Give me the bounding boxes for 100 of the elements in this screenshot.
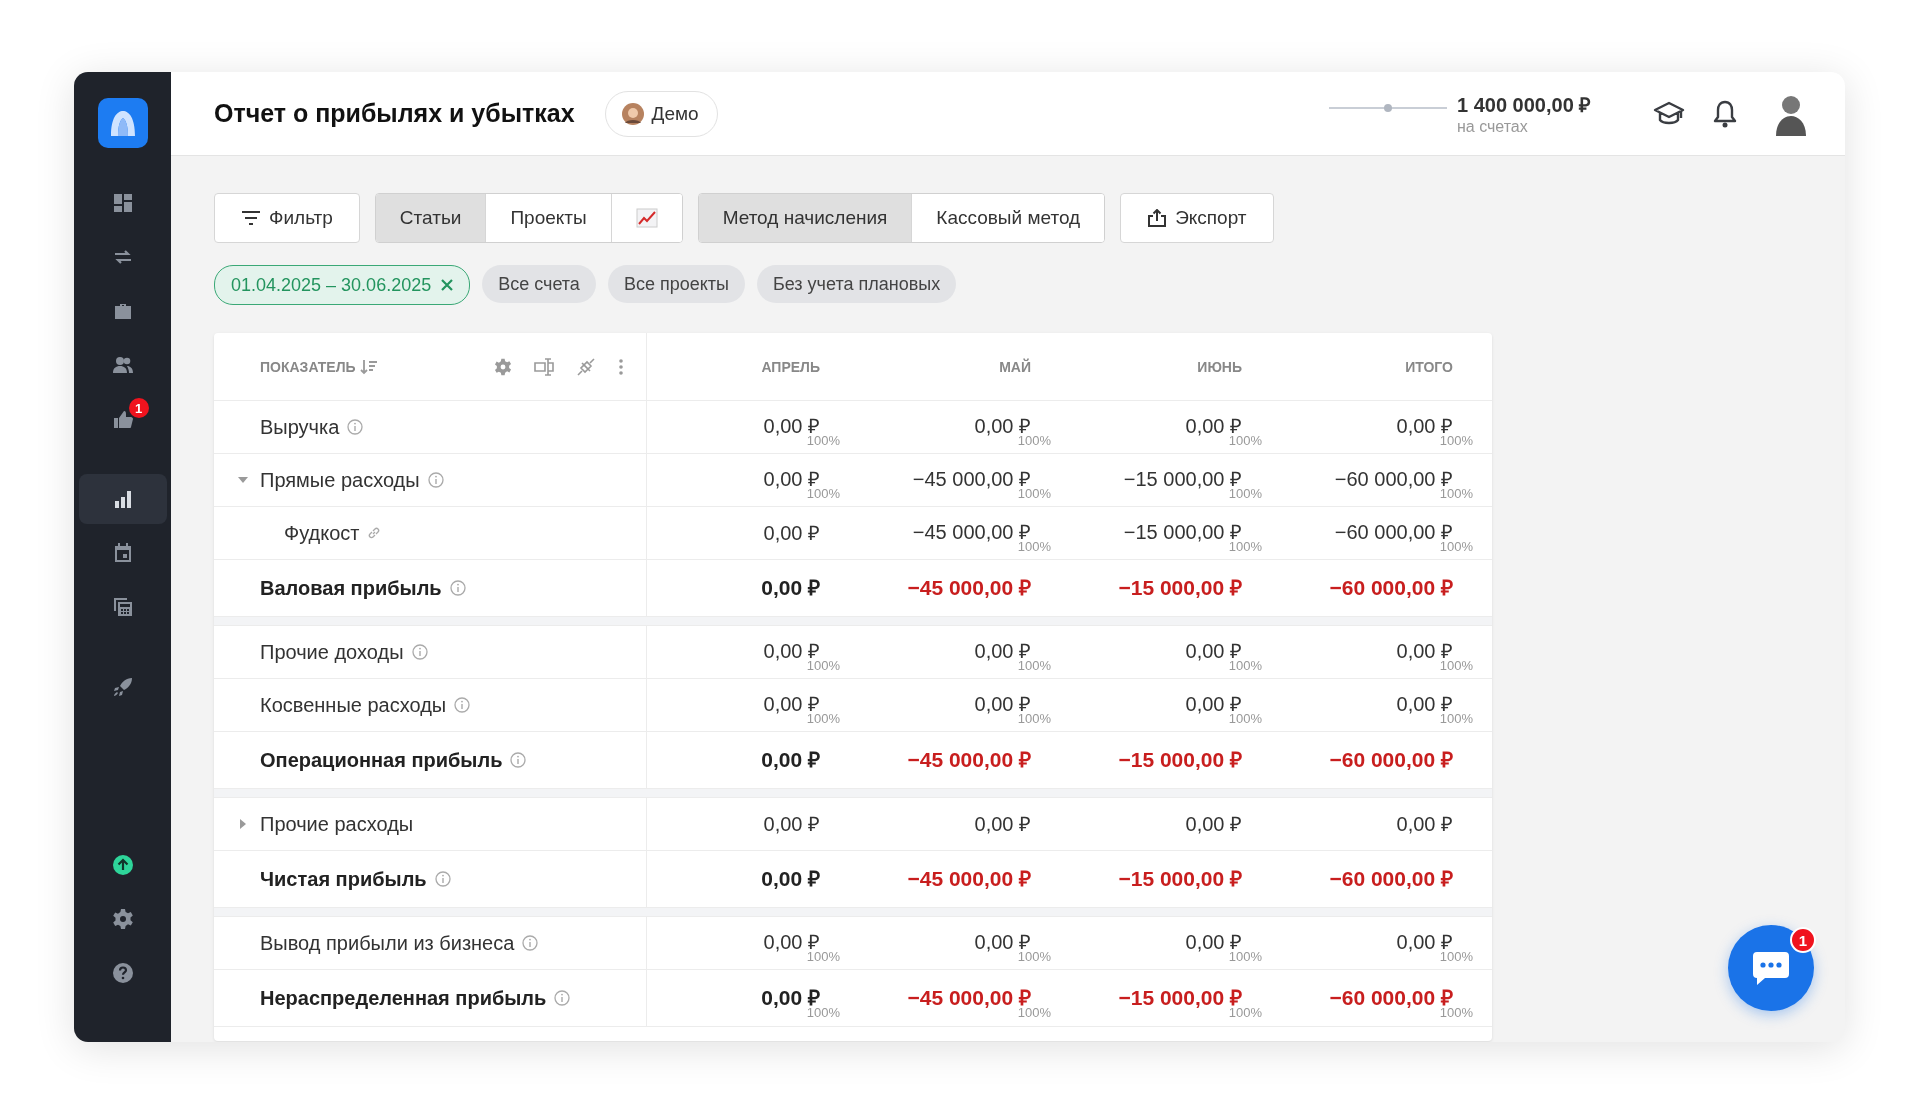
amount-cell: 0,00 ₽	[974, 693, 1031, 715]
info-icon[interactable]	[411, 644, 428, 660]
share-percent: 100%	[1017, 434, 1051, 447]
thumbs-up-icon	[111, 408, 134, 430]
plug-icon[interactable]	[576, 356, 596, 377]
bell-icon[interactable]	[1713, 98, 1737, 129]
share-percent: 100%	[806, 712, 840, 725]
share-percent: 100%	[1017, 487, 1051, 500]
amount-cell: −45 000,00 ₽	[907, 749, 1031, 771]
share-percent: 100%	[1228, 487, 1262, 500]
balance-slider[interactable]	[1329, 106, 1447, 109]
slider-thumb[interactable]	[1384, 103, 1392, 112]
amount-cell: 0,00 ₽	[1185, 415, 1242, 437]
amount-cell: 0,00 ₽	[761, 749, 820, 771]
share-percent: 100%	[1439, 659, 1473, 672]
amount-cell: 0,00 ₽	[1396, 693, 1453, 715]
info-icon[interactable]	[427, 472, 444, 488]
column-header: АПРЕЛЬ	[761, 358, 820, 375]
amount-cell: −15 000,00 ₽	[1118, 577, 1242, 599]
info-icon[interactable]	[510, 752, 527, 768]
row-label: Фудкост	[284, 521, 360, 545]
sidebar-item[interactable]	[78, 474, 167, 524]
filter-chip[interactable]: Без учета плановых	[756, 265, 957, 303]
dashboard-icon	[111, 192, 134, 214]
column-header: ИТОГО	[1405, 358, 1453, 375]
info-icon[interactable]	[554, 990, 571, 1006]
settings-icon	[111, 908, 134, 930]
info-icon[interactable]	[522, 935, 539, 951]
notification-badge: 1	[128, 398, 149, 418]
rocket-icon	[111, 676, 134, 698]
info-icon[interactable]	[454, 697, 471, 713]
info-icon[interactable]	[347, 419, 364, 435]
graduation-cap-icon[interactable]	[1653, 100, 1685, 127]
share-percent: 100%	[1439, 712, 1473, 725]
sidebar-item[interactable]: 1	[78, 394, 167, 444]
amount-cell: −60 000,00 ₽	[1329, 868, 1453, 890]
amount-cell: 0,00 ₽	[761, 577, 820, 599]
share-percent: 100%	[806, 950, 840, 963]
amount-cell: 0,00 ₽	[974, 813, 1031, 835]
amount-cell: 0,00 ₽	[974, 640, 1031, 662]
share-percent: 100%	[1017, 950, 1051, 963]
amount-cell: −45 000,00 ₽	[907, 987, 1031, 1009]
row-label: Прочие доходы	[260, 640, 404, 664]
demo-button[interactable]: Демо	[604, 90, 718, 137]
page-title: Отчет о прибылях и убытках	[214, 99, 575, 128]
logo-icon[interactable]	[97, 98, 148, 148]
amount-cell: 0,00 ₽	[1185, 813, 1242, 835]
close-icon[interactable]	[441, 279, 454, 291]
amount-cell: −60 000,00 ₽	[1329, 577, 1453, 599]
filter-chip[interactable]: Все проекты	[607, 265, 745, 303]
share-percent: 100%	[806, 659, 840, 672]
amount-cell: 0,00 ₽	[763, 522, 820, 544]
row-label: Выручка	[260, 415, 340, 439]
amount-cell: −15 000,00 ₽	[1118, 868, 1242, 890]
row-label: Прямые расходы	[260, 468, 420, 492]
amount-cell: −45 000,00 ₽	[912, 468, 1031, 490]
row-label: Операционная прибыль	[260, 748, 503, 772]
amount-cell: 0,00 ₽	[1396, 813, 1453, 835]
filter-button[interactable]: Фильтр	[214, 193, 360, 243]
share-percent: 100%	[1439, 1006, 1473, 1019]
share-percent: 100%	[1017, 712, 1051, 725]
amount-cell: −45 000,00 ₽	[912, 521, 1031, 543]
filter-icon	[241, 210, 261, 226]
sort-icon[interactable]	[359, 358, 378, 375]
share-percent: 100%	[1017, 540, 1051, 553]
share-percent: 100%	[1228, 1006, 1262, 1019]
share-percent: 100%	[1228, 712, 1262, 725]
view-tab[interactable]: Статьи	[375, 194, 487, 242]
column-width-icon[interactable]	[534, 357, 554, 376]
amount-cell: 0,00 ₽	[763, 813, 820, 835]
more-icon[interactable]	[618, 357, 624, 376]
row-label: Прочие расходы	[260, 812, 414, 836]
column-header: МАЙ	[999, 358, 1031, 375]
info-icon[interactable]	[434, 871, 451, 887]
share-percent: 100%	[806, 1006, 840, 1019]
column-header[interactable]: ПОКАЗАТЕЛЬ	[260, 358, 356, 375]
share-percent: 100%	[806, 434, 840, 447]
amount-cell: −45 000,00 ₽	[907, 868, 1031, 890]
column-header: ИЮНЬ	[1197, 358, 1242, 375]
amount-cell: 0,00 ₽	[1396, 931, 1453, 953]
row-label: Нераспределенная прибыль	[260, 986, 547, 1010]
amount-cell: −15 000,00 ₽	[1118, 749, 1242, 771]
share-percent: 100%	[1228, 950, 1262, 963]
link-icon[interactable]	[367, 526, 382, 540]
amount-cell: 0,00 ₽	[763, 693, 820, 715]
amount-cell: 0,00 ₽	[1185, 640, 1242, 662]
info-icon[interactable]	[449, 580, 466, 596]
amount-cell: 0,00 ₽	[1185, 693, 1242, 715]
chat-icon	[1751, 950, 1791, 986]
share-percent: 100%	[1017, 1006, 1051, 1019]
settings-icon[interactable]	[494, 357, 512, 376]
method-tab[interactable]: Метод начисления	[698, 194, 913, 242]
share-percent: 100%	[1439, 950, 1473, 963]
notification-badge: 1	[1790, 927, 1816, 953]
share-percent: 100%	[1228, 540, 1262, 553]
amount-cell: −15 000,00 ₽	[1118, 987, 1242, 1009]
filter-chip[interactable]: Все счета	[482, 265, 596, 303]
amount-cell: −15 000,00 ₽	[1123, 468, 1242, 490]
row-label: Чистая прибыль	[260, 867, 427, 891]
export-button[interactable]: Экспорт	[1120, 193, 1274, 243]
